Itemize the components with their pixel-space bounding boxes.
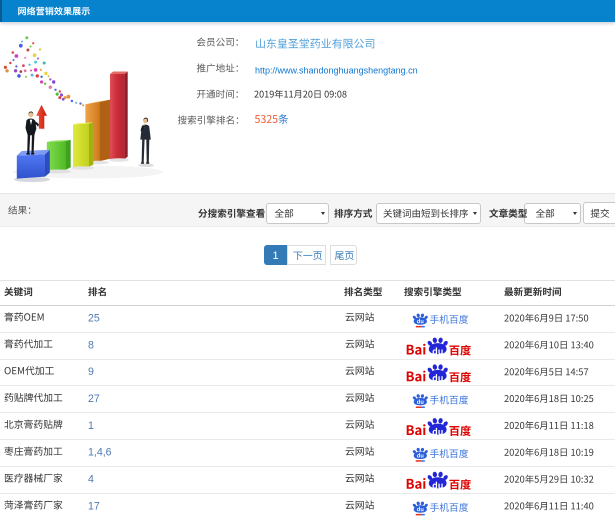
svg-text:http://www.shandonghuangshengt: http://www.shandonghuangshengtang.cn (255, 65, 418, 75)
svg-text:27: 27 (88, 393, 100, 405)
svg-text:17: 17 (88, 500, 100, 512)
svg-text:1: 1 (88, 420, 94, 432)
svg-text:1,4,6: 1,4,6 (88, 447, 112, 459)
svg-text:8: 8 (88, 339, 94, 351)
svg-text:4: 4 (88, 474, 94, 486)
svg-text:1: 1 (273, 250, 279, 262)
svg-text:9: 9 (88, 366, 94, 378)
svg-text:25: 25 (88, 313, 100, 325)
